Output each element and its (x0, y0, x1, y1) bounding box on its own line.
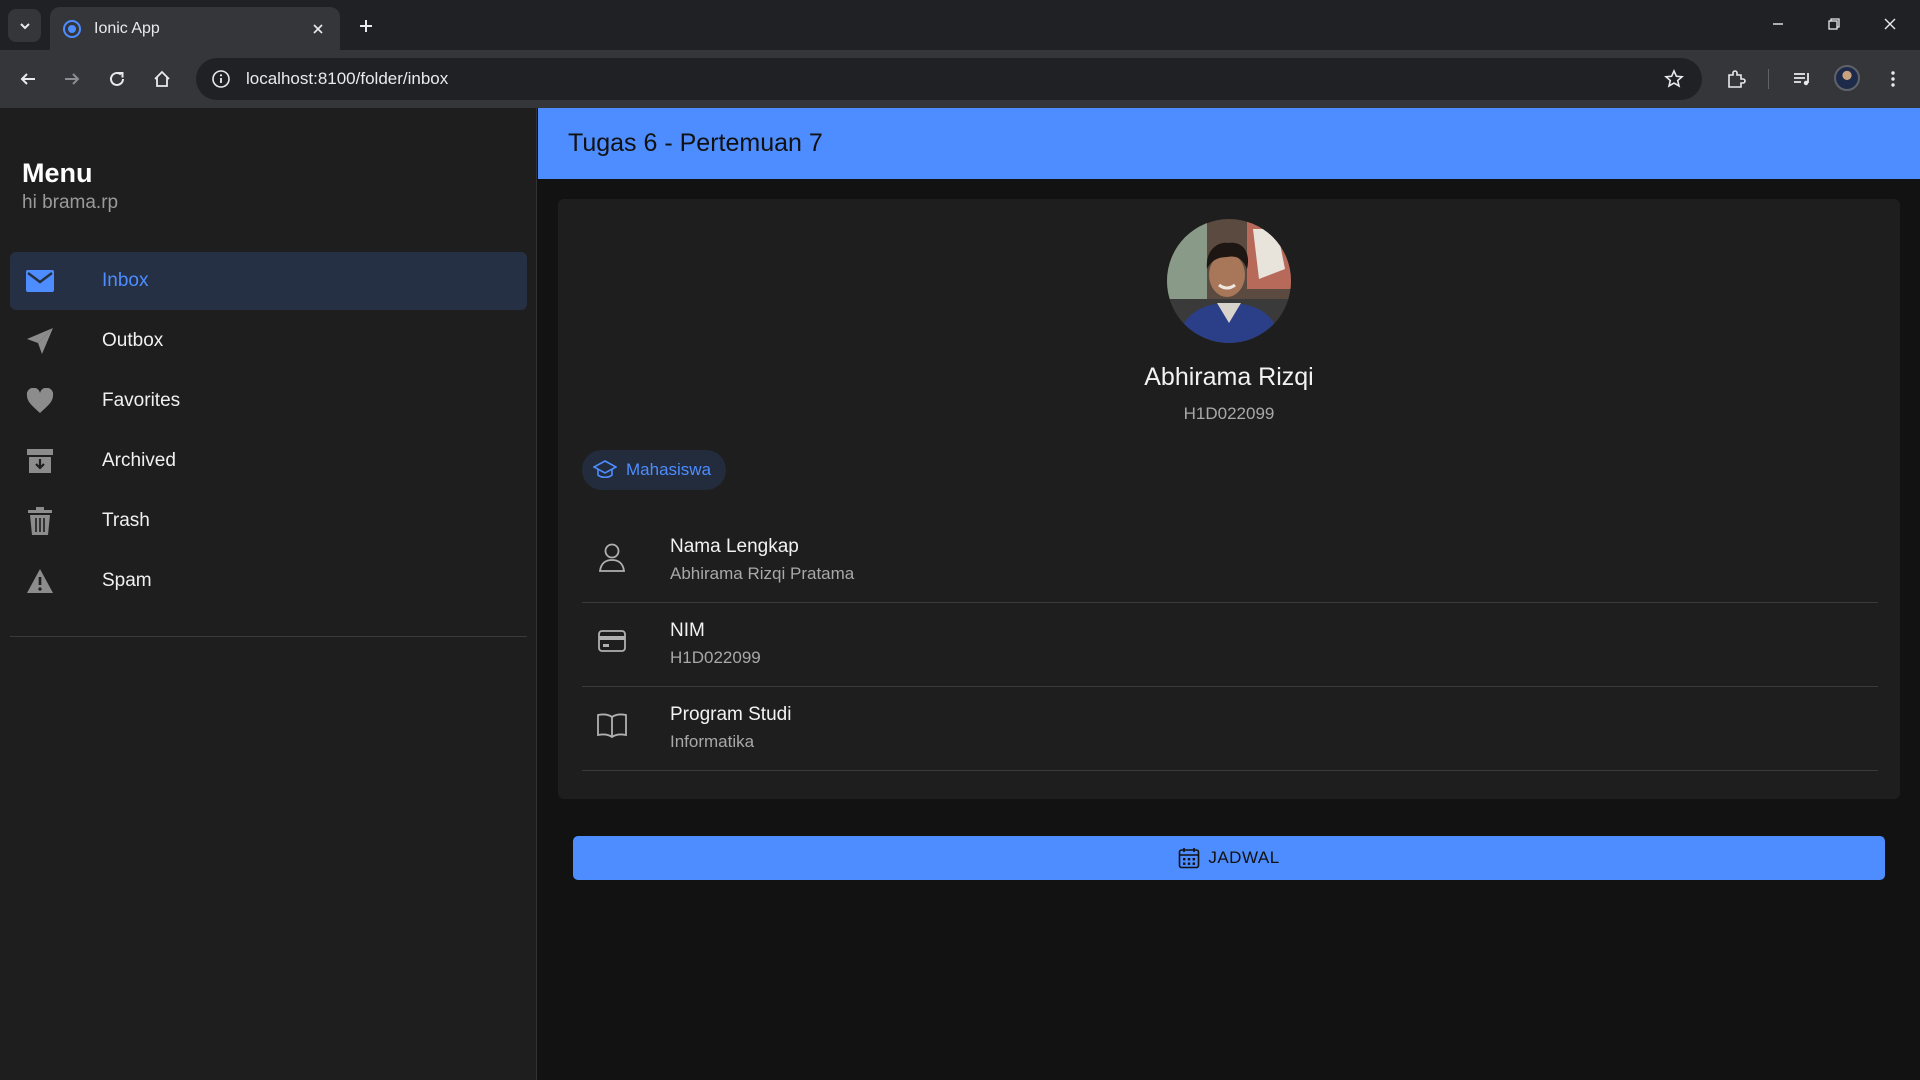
paper-plane-icon (24, 325, 56, 357)
menu-title: Menu (22, 158, 93, 188)
info-item-nim: NIM H1D022099 (582, 603, 1878, 687)
ionic-app: Menu hi brama.rp Inbox Outbox Favorites … (0, 108, 1920, 1080)
info-title: Nama Lengkap (670, 536, 799, 557)
chip-label: Mahasiswa (626, 460, 712, 479)
info-title: NIM (670, 620, 705, 641)
calendar-icon (1178, 847, 1200, 869)
menu-item-outbox[interactable]: Outbox (10, 312, 527, 370)
minimize-icon (1773, 23, 1783, 25)
menu-item-inbox[interactable]: Inbox (10, 252, 527, 310)
graduation-cap-icon (592, 457, 618, 483)
info-value: Informatika (670, 732, 755, 751)
page-header: Tugas 6 - Pertemuan 7 (538, 108, 1920, 179)
info-item-nama-lengkap: Nama Lengkap Abhirama Rizqi Pratama (582, 519, 1878, 603)
info-value: Abhirama Rizqi Pratama (670, 564, 855, 583)
restore-button[interactable] (1814, 8, 1854, 40)
toolbar-separator (1768, 69, 1769, 89)
address-bar[interactable]: localhost:8100/folder/inbox (196, 58, 1702, 100)
info-item-program-studi: Program Studi Informatika (582, 687, 1878, 771)
new-tab-button[interactable] (352, 12, 380, 40)
card-icon (594, 623, 630, 659)
browser-tabstrip: Ionic App (0, 0, 1920, 50)
menu-item-label: Spam (102, 570, 152, 591)
menu-subtitle: hi brama.rp (22, 192, 119, 213)
menu-item-favorites[interactable]: Favorites (10, 372, 527, 430)
info-list: Nama Lengkap Abhirama Rizqi Pratama NIM … (582, 519, 1878, 771)
close-icon (1884, 18, 1896, 30)
url-text[interactable]: localhost:8100/folder/inbox (246, 69, 1654, 89)
jadwal-button[interactable]: JADWAL (573, 836, 1885, 880)
plus-icon (360, 20, 372, 32)
warning-icon (24, 565, 56, 597)
menu-item-spam[interactable]: Spam (10, 552, 527, 610)
main-content: Tugas 6 - Pertemuan 7 Abhirama Rizqi H1D… (538, 108, 1920, 1080)
trash-icon (24, 505, 56, 537)
jadwal-button-label: JADWAL (1208, 848, 1280, 867)
menu-item-label: Archived (102, 450, 176, 471)
puzzle-icon (1728, 70, 1746, 88)
browser-tab[interactable]: Ionic App (50, 7, 340, 50)
reload-button[interactable] (101, 63, 133, 95)
browser-menu-button[interactable] (1877, 63, 1909, 95)
menu-divider (10, 636, 527, 637)
menu-item-archived[interactable]: Archived (10, 432, 527, 490)
extensions-button[interactable] (1720, 63, 1752, 95)
restore-icon (1828, 18, 1840, 30)
profile-card: Abhirama Rizqi H1D022099 Mahasiswa Nama … (558, 199, 1900, 799)
mail-icon (24, 265, 56, 297)
heart-icon (24, 385, 56, 417)
more-vertical-icon (1891, 71, 1895, 87)
reload-icon (110, 71, 124, 86)
arrow-right-icon (65, 73, 80, 85)
archive-icon (24, 445, 56, 477)
profile-name: Abhirama Rizqi (1144, 363, 1314, 391)
bookmark-star-icon[interactable] (1654, 59, 1694, 99)
site-info-icon[interactable] (200, 58, 242, 100)
menu-item-trash[interactable]: Trash (10, 492, 527, 550)
tab-title: Ionic App (94, 19, 160, 37)
side-menu: Menu hi brama.rp Inbox Outbox Favorites … (0, 108, 537, 1080)
chevron-down-icon (19, 22, 30, 29)
role-chip[interactable]: Mahasiswa (582, 450, 727, 490)
back-button[interactable] (12, 63, 44, 95)
media-queue-icon (1794, 73, 1809, 86)
info-title: Program Studi (670, 704, 792, 725)
menu-list: Inbox Outbox Favorites Archived Trash Sp… (10, 252, 527, 612)
arrow-left-icon (20, 73, 35, 85)
forward-button[interactable] (56, 63, 88, 95)
close-tab-icon[interactable] (308, 19, 328, 39)
browser-toolbar: localhost:8100/folder/inbox (0, 50, 1920, 108)
info-value: H1D022099 (670, 648, 761, 667)
page-title: Tugas 6 - Pertemuan 7 (568, 129, 823, 157)
menu-header: Menu hi brama.rp (22, 158, 118, 214)
profile-nim: H1D022099 (1183, 404, 1275, 423)
profile-avatar[interactable] (1834, 65, 1860, 91)
book-icon (594, 707, 630, 743)
home-icon (154, 70, 170, 87)
menu-item-label: Outbox (102, 330, 164, 351)
close-window-button[interactable] (1870, 8, 1910, 40)
menu-item-label: Inbox (102, 270, 149, 291)
person-icon (594, 539, 630, 575)
profile-photo (1167, 219, 1291, 343)
ionic-favicon-icon (63, 19, 81, 38)
home-button[interactable] (146, 63, 178, 95)
tab-search-button[interactable] (8, 9, 41, 42)
minimize-button[interactable] (1758, 8, 1798, 40)
menu-item-label: Favorites (102, 390, 181, 411)
media-control-button[interactable] (1786, 63, 1818, 95)
menu-item-label: Trash (102, 510, 150, 531)
